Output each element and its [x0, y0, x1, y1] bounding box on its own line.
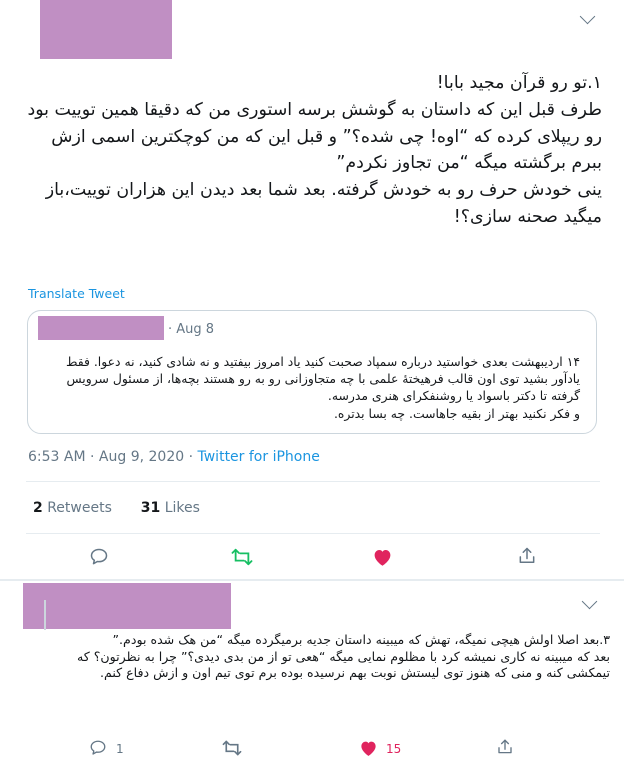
retweets-stat[interactable]: 2 Retweets — [33, 500, 112, 516]
tweet-date[interactable]: Aug 9, 2020 — [99, 449, 184, 465]
reply-count: 1 — [116, 742, 124, 756]
chevron-down-icon[interactable] — [579, 8, 596, 25]
redacted-reply-author — [23, 583, 231, 629]
chevron-down-icon[interactable] — [581, 593, 598, 610]
likes-stat[interactable]: 31 Likes — [141, 500, 200, 516]
heart-icon[interactable] — [359, 739, 378, 757]
tweet-stats: 2 Retweets 31 Likes — [33, 500, 200, 516]
share-icon[interactable] — [496, 738, 514, 756]
retweet-icon[interactable] — [222, 739, 242, 757]
tweet-time[interactable]: 6:53 AM — [28, 449, 86, 465]
translate-tweet-link[interactable]: Translate Tweet — [28, 286, 125, 301]
share-icon[interactable] — [517, 546, 537, 566]
reply-icon[interactable] — [89, 739, 107, 757]
dot-separator: · — [188, 449, 194, 465]
divider — [26, 533, 600, 534]
redacted-author — [40, 0, 172, 59]
divider — [26, 481, 600, 482]
quote-date: · Aug 8 — [168, 322, 215, 337]
reply-icon[interactable] — [89, 547, 109, 567]
quote-text: ۱۴ اردیبهشت بعدی خواستید درباره سمپاد صح… — [65, 354, 580, 421]
tweet-text: ١.تو رو قرآن مجید بابا! طرف قبل این که د… — [27, 73, 602, 227]
retweet-icon[interactable] — [231, 547, 253, 567]
like-count: 15 — [386, 742, 402, 756]
tweet-source[interactable]: Twitter for iPhone — [198, 449, 320, 465]
dot-separator: · — [90, 449, 95, 465]
timestamp-line: 6:53 AM · Aug 9, 2020 · Twitter for iPho… — [28, 449, 320, 465]
heart-icon[interactable] — [372, 547, 393, 567]
reply-text: ۳.بعد اصلا اولش هیچی نمیگه، تهش که میبین… — [76, 632, 610, 681]
thread-line — [44, 600, 46, 630]
quoted-tweet[interactable]: · Aug 8 ۱۴ اردیبهشت بعدی خواستید درباره … — [27, 310, 597, 434]
redacted-quote-author — [38, 316, 164, 340]
tweet-boundary — [0, 579, 624, 581]
